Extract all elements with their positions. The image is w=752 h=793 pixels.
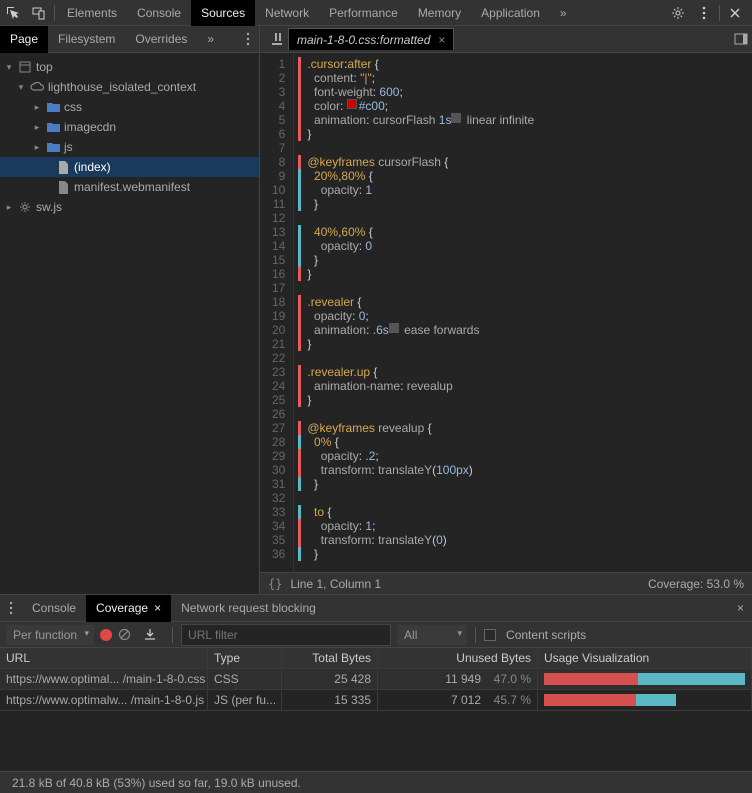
drawer-tab-nrb[interactable]: Network request blocking — [171, 595, 326, 622]
close-icon[interactable] — [722, 0, 748, 26]
tree-folder-imagecdn[interactable]: ▸imagecdn — [0, 117, 259, 137]
drawer-close-icon[interactable]: × — [729, 601, 752, 615]
pretty-print-icon[interactable]: {} — [268, 577, 282, 591]
tree-label: sw.js — [36, 200, 62, 214]
col-viz[interactable]: Usage Visualization — [538, 648, 752, 668]
table-row[interactable]: https://www.optimalw... /main-1-8-0.jsJS… — [0, 690, 752, 711]
dock-icon[interactable] — [730, 26, 752, 53]
tree-label: css — [64, 100, 82, 114]
tree-label: imagecdn — [64, 120, 116, 134]
tab-application[interactable]: Application — [471, 0, 550, 26]
tab-elements[interactable]: Elements — [57, 0, 127, 26]
close-tab-icon[interactable]: × — [154, 601, 161, 615]
navigator-pane: Page Filesystem Overrides » ▾top ▾lighth… — [0, 26, 260, 594]
coverage-toolbar: Per function All Content scripts — [0, 622, 752, 648]
subtabs-overflow[interactable]: » — [197, 26, 224, 53]
service-worker-icon — [18, 200, 32, 214]
editor-status-bar: {} Line 1, Column 1 Coverage: 53.0 % — [260, 572, 752, 594]
url-filter-input[interactable] — [181, 624, 391, 646]
tree-sw[interactable]: ▸sw.js — [0, 197, 259, 217]
tree-file-index[interactable]: (index) — [0, 157, 259, 177]
window-icon — [18, 60, 32, 74]
editor-pane: main-1-8-0.css:formatted × 12345678910111… — [260, 26, 752, 594]
tree-label: lighthouse_isolated_context — [48, 80, 196, 94]
subtab-overrides[interactable]: Overrides — [125, 26, 197, 53]
tree-context[interactable]: ▾lighthouse_isolated_context — [0, 77, 259, 97]
drawer-tab-coverage[interactable]: Coverage × — [86, 595, 171, 622]
table-row[interactable]: https://www.optimal... /main-1-8-0.cssCS… — [0, 669, 752, 690]
file-tree: ▾top ▾lighthouse_isolated_context ▸css ▸… — [0, 53, 259, 594]
coverage-mode-select[interactable]: Per function — [6, 625, 94, 645]
main-tabs: Elements Console Sources Network Perform… — [57, 0, 577, 26]
drawer-tab-console[interactable]: Console — [22, 595, 86, 622]
device-icon[interactable] — [26, 0, 52, 26]
file-icon — [56, 180, 70, 194]
coverage-table: URL Type Total Bytes Unused Bytes Usage … — [0, 648, 752, 771]
editor-tab[interactable]: main-1-8-0.css:formatted × — [288, 28, 454, 50]
tab-console[interactable]: Console — [127, 0, 191, 26]
coverage-status: Coverage: 53.0 % — [648, 577, 744, 591]
cloud-icon — [30, 80, 44, 94]
gear-icon[interactable] — [665, 0, 691, 26]
inspect-icon[interactable] — [0, 0, 26, 26]
tab-sources[interactable]: Sources — [191, 0, 255, 26]
tab-memory[interactable]: Memory — [408, 0, 471, 26]
col-unused[interactable]: Unused Bytes — [378, 648, 538, 668]
col-total[interactable]: Total Bytes — [282, 648, 378, 668]
export-icon[interactable] — [144, 628, 164, 641]
tree-folder-js[interactable]: ▸js — [0, 137, 259, 157]
content-scripts-label: Content scripts — [506, 628, 586, 642]
record-button[interactable] — [100, 629, 112, 641]
clear-icon[interactable] — [118, 628, 138, 641]
folder-icon — [46, 120, 60, 134]
code-editor[interactable]: 1234567891011121314151617181920212223242… — [260, 53, 752, 572]
subtab-page[interactable]: Page — [0, 26, 48, 53]
content-scripts-checkbox[interactable] — [484, 629, 496, 641]
col-url[interactable]: URL — [0, 648, 208, 668]
main-toolbar: Elements Console Sources Network Perform… — [0, 0, 752, 26]
coverage-filter-select[interactable]: All — [397, 625, 467, 645]
cursor-position: Line 1, Column 1 — [290, 577, 381, 591]
tab-network[interactable]: Network — [255, 0, 319, 26]
col-type[interactable]: Type — [208, 648, 282, 668]
tree-label: js — [64, 140, 73, 154]
drawer: Console Coverage × Network request blocki… — [0, 595, 752, 793]
folder-icon — [46, 140, 60, 154]
tree-top[interactable]: ▾top — [0, 57, 259, 77]
tree-file-manifest[interactable]: manifest.webmanifest — [0, 177, 259, 197]
tabs-overflow[interactable]: » — [550, 0, 577, 26]
kebab-icon[interactable] — [691, 0, 717, 26]
debugger-icon[interactable] — [266, 26, 288, 53]
tree-label: top — [36, 60, 53, 74]
file-icon — [56, 160, 70, 174]
coverage-summary: 21.8 kB of 40.8 kB (53%) used so far, 19… — [0, 771, 752, 793]
tree-label: (index) — [74, 160, 111, 174]
drawer-menu-icon[interactable] — [0, 595, 22, 622]
tree-folder-css[interactable]: ▸css — [0, 97, 259, 117]
tab-performance[interactable]: Performance — [319, 0, 408, 26]
navigator-menu-icon[interactable] — [237, 26, 259, 53]
folder-icon — [46, 100, 60, 114]
editor-tab-label: main-1-8-0.css:formatted — [297, 33, 430, 47]
tree-label: manifest.webmanifest — [74, 180, 190, 194]
close-tab-icon[interactable]: × — [438, 33, 445, 47]
subtab-filesystem[interactable]: Filesystem — [48, 26, 125, 53]
drawer-tab-label: Coverage — [96, 601, 148, 615]
